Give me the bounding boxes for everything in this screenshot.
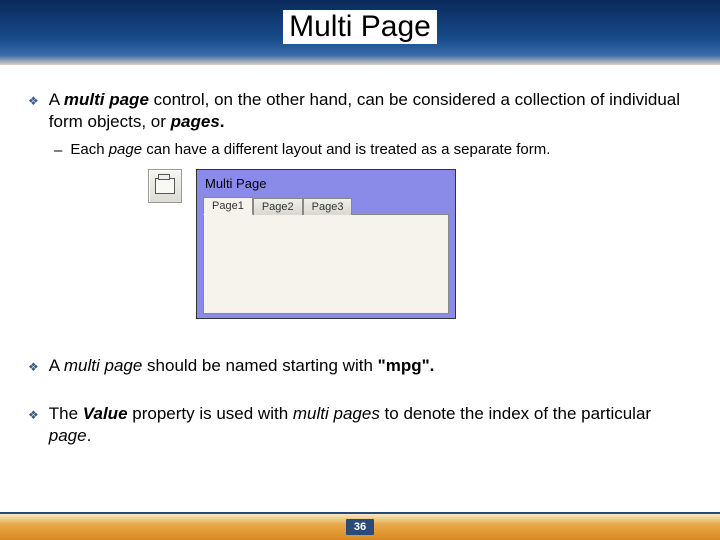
bullet-item: ❖ A multi page control, on the other han… (28, 89, 692, 133)
slide-header: Multi Page (0, 0, 720, 65)
bullet-item: ❖ The Value property is used with multi … (28, 403, 692, 447)
dash-bullet-icon: – (54, 142, 62, 159)
bullet-text: A multi page should be named starting wi… (49, 355, 435, 377)
page-number: 36 (346, 519, 374, 535)
panel-label: Multi Page (199, 172, 453, 195)
slide-footer: 36 (0, 512, 720, 540)
tab-page1: Page1 (203, 197, 253, 215)
diamond-bullet-icon: ❖ (28, 408, 39, 422)
slide-title: Multi Page (283, 10, 437, 44)
sub-bullet-text: Each page can have a different layout an… (70, 141, 550, 158)
bullet-item: ❖ A multi page should be named starting … (28, 355, 692, 377)
tab-body (203, 214, 449, 314)
bullet-text: The Value property is used with multi pa… (49, 403, 692, 447)
tab-page3: Page3 (303, 198, 353, 215)
diamond-bullet-icon: ❖ (28, 94, 39, 108)
slide-content: ❖ A multi page control, on the other han… (0, 65, 720, 447)
multipage-toolbox-icon (148, 169, 182, 203)
bullet-text: A multi page control, on the other hand,… (49, 89, 692, 133)
figure-row: Multi Page Page1 Page2 Page3 (148, 169, 692, 319)
diamond-bullet-icon: ❖ (28, 360, 39, 374)
tabstrip: Page1 Page2 Page3 (199, 197, 453, 314)
sub-bullet-item: – Each page can have a different layout … (54, 141, 692, 159)
multipage-example-panel: Multi Page Page1 Page2 Page3 (196, 169, 456, 319)
tab-page2: Page2 (253, 198, 303, 215)
